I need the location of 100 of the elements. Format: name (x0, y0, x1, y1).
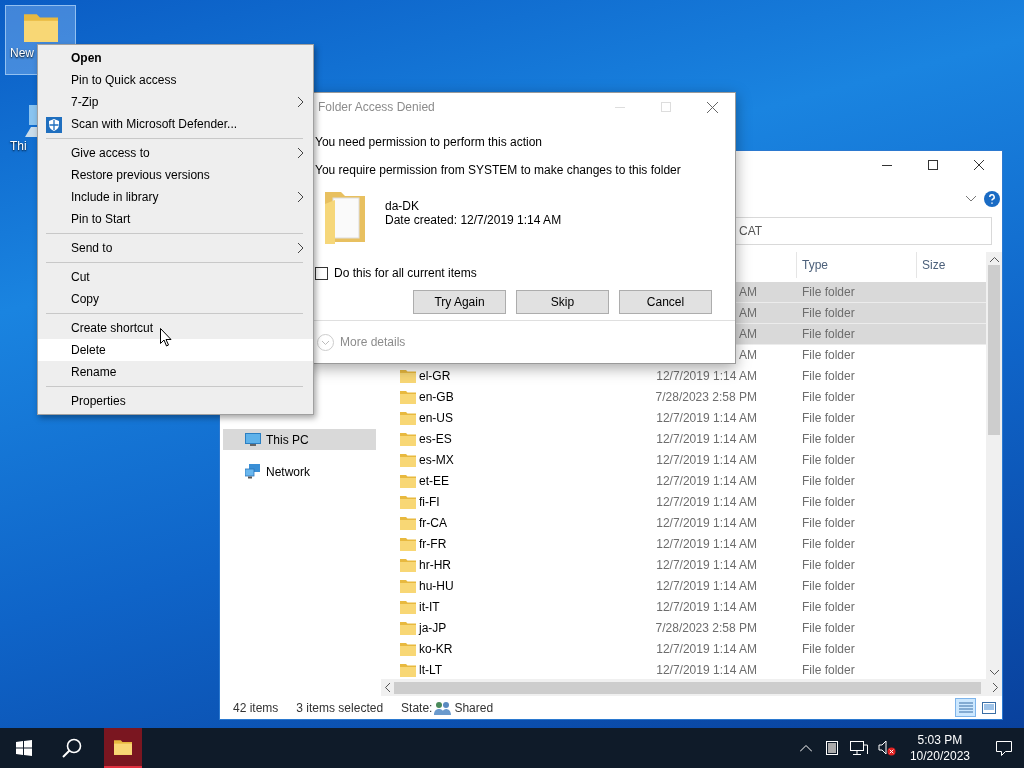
shield-icon (46, 117, 62, 133)
help-icon[interactable] (984, 191, 1000, 207)
date-modified: 7/28/2023 2:58 PM (654, 621, 757, 635)
file-row[interactable]: el-GR 12/7/2019 1:14 AM File folder (381, 366, 986, 387)
checkbox-label: Do this for all current items (334, 266, 477, 280)
volume-muted-icon[interactable] (877, 740, 896, 756)
file-row[interactable]: ko-KR 12/7/2019 1:14 AM File folder (381, 639, 986, 660)
item-count: 42 items (233, 700, 279, 715)
more-details-button[interactable]: More details (317, 333, 406, 351)
menu-item[interactable]: Include in library (38, 186, 313, 208)
clock[interactable]: 5:03 PM 10/20/2023 (901, 732, 978, 764)
date-modified: 12/7/2019 1:14 AM (655, 537, 757, 551)
menu-item[interactable]: Restore previous versions (38, 164, 313, 186)
file-type: File folder (802, 369, 855, 383)
menu-item[interactable]: Cut (38, 266, 313, 288)
date-modified: 7/28/2023 2:58 PM (654, 390, 757, 404)
date-modified: 12/7/2019 1:14 AM (655, 432, 757, 446)
file-row[interactable]: fr-FR 12/7/2019 1:14 AM File folder (381, 534, 986, 555)
folder-icon (400, 600, 416, 614)
maximize-icon (661, 102, 671, 112)
file-type: File folder (802, 306, 855, 320)
minimize-icon (615, 106, 625, 108)
folder-icon (400, 411, 416, 425)
file-row[interactable]: en-US 12/7/2019 1:14 AM File folder (381, 408, 986, 429)
menu-item[interactable]: Copy (38, 288, 313, 310)
date-created: Date created: 12/7/2019 1:14 AM (385, 213, 562, 227)
horizontal-scrollbar[interactable] (381, 679, 1002, 696)
dialog-title: Folder Access Denied (318, 100, 436, 114)
minimize-icon (882, 164, 892, 166)
taskbar-app-button[interactable] (104, 728, 142, 768)
folder-name: da-DK (385, 199, 420, 213)
dialog-heading: You need permission to perform this action (315, 135, 543, 149)
menu-item[interactable]: Rename (38, 361, 313, 383)
file-row[interactable]: hu-HU 12/7/2019 1:14 AM File folder (381, 576, 986, 597)
file-type: File folder (802, 516, 855, 530)
menu-item[interactable]: Delete (38, 339, 313, 361)
file-type: File folder (802, 390, 855, 404)
file-row[interactable]: et-EE 12/7/2019 1:14 AM File folder (381, 471, 986, 492)
menu-item[interactable]: Pin to Start (38, 208, 313, 230)
dialog-button[interactable]: Cancel (619, 290, 712, 314)
dialog-button[interactable]: Try Again (413, 290, 506, 314)
state-value: Shared (454, 700, 494, 715)
file-row[interactable]: es-MX 12/7/2019 1:14 AM File folder (381, 450, 986, 471)
selection-count: 3 items selected (296, 700, 384, 715)
file-row[interactable]: hr-HR 12/7/2019 1:14 AM File folder (381, 555, 986, 576)
file-row[interactable]: en-GB 7/28/2023 2:58 PM File folder (381, 387, 986, 408)
desktop-icon-label: Thi (10, 139, 27, 153)
vertical-scrollbar[interactable] (986, 252, 1002, 679)
folder-icon (400, 432, 416, 446)
column-header[interactable]: Type (796, 252, 916, 278)
menu-item[interactable]: Scan with Microsoft Defender... (38, 113, 313, 135)
date-modified: 12/7/2019 1:14 AM (655, 474, 757, 488)
file-row[interactable]: lt-LT 12/7/2019 1:14 AM File folder (381, 660, 986, 679)
users-icon (434, 700, 453, 715)
nav-item[interactable]: This PC (223, 429, 376, 450)
folder-icon (400, 663, 416, 677)
file-row[interactable]: it-IT 12/7/2019 1:14 AM File folder (381, 597, 986, 618)
file-type: File folder (802, 600, 855, 614)
file-name: fr-CA (419, 516, 447, 530)
dialog-button[interactable]: Skip (516, 290, 609, 314)
menu-item[interactable]: 7-Zip (38, 91, 313, 113)
date-modified: AM (738, 327, 757, 341)
nav-item[interactable]: Network (223, 461, 376, 482)
file-type: File folder (802, 621, 855, 635)
network-icon[interactable] (849, 741, 868, 755)
file-name: ko-KR (419, 642, 453, 656)
file-type: File folder (802, 348, 855, 362)
file-name: el-GR (419, 369, 451, 383)
chevron-down-icon[interactable] (966, 196, 976, 202)
date-modified: 12/7/2019 1:14 AM (655, 369, 757, 383)
file-row[interactable]: ja-JP 7/28/2023 2:58 PM File folder (381, 618, 986, 639)
date-modified: AM (738, 285, 757, 299)
menu-item[interactable]: Create shortcut (38, 317, 313, 339)
file-type: File folder (802, 474, 855, 488)
file-type: File folder (802, 453, 855, 467)
search-icon (62, 738, 82, 758)
date-modified: 12/7/2019 1:14 AM (655, 516, 757, 530)
file-row[interactable]: fi-FI 12/7/2019 1:14 AM File folder (381, 492, 986, 513)
state-label: State: (401, 700, 433, 715)
desktop-icon-label: New (10, 46, 34, 60)
file-name: hu-HU (419, 579, 454, 593)
menu-item[interactable]: Send to (38, 237, 313, 259)
date-modified: 12/7/2019 1:14 AM (655, 579, 757, 593)
checkbox[interactable] (315, 266, 328, 280)
folder-icon (400, 642, 416, 656)
date-modified: 12/7/2019 1:14 AM (655, 558, 757, 572)
folder-icon (400, 474, 416, 488)
close-icon (974, 160, 984, 170)
date-modified: 12/7/2019 1:14 AM (655, 453, 757, 467)
details-view-icon (958, 701, 973, 714)
menu-item[interactable]: Give access to (38, 142, 313, 164)
file-name: fi-FI (419, 495, 440, 509)
chevron-up-icon[interactable] (799, 744, 812, 752)
menu-item[interactable]: Properties (38, 390, 313, 412)
battery-icon[interactable] (825, 741, 838, 755)
file-row[interactable]: fr-CA 12/7/2019 1:14 AM File folder (381, 513, 986, 534)
chevron-circle-icon (317, 333, 334, 351)
file-row[interactable]: es-ES 12/7/2019 1:14 AM File folder (381, 429, 986, 450)
folder-icon (400, 621, 416, 635)
file-type: File folder (802, 495, 855, 509)
